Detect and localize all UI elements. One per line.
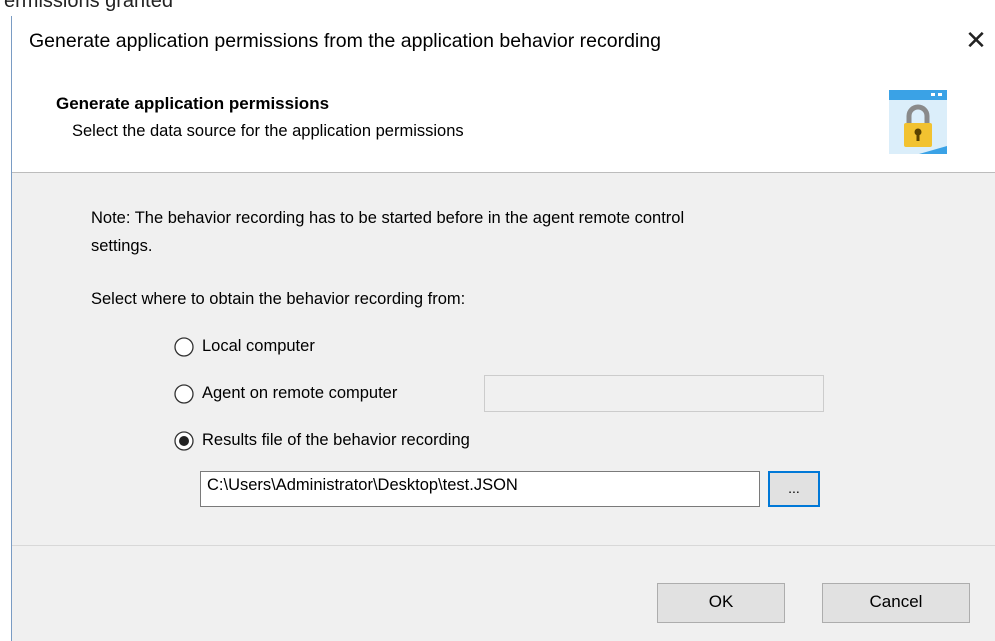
close-icon[interactable]: ✕ <box>961 25 991 55</box>
ok-button[interactable]: OK <box>657 583 785 623</box>
radio-results-file[interactable] <box>174 431 194 451</box>
file-path-input[interactable]: C:\Users\Administrator\Desktop\test.JSON <box>200 471 760 507</box>
radio-local-computer-label[interactable]: Local computer <box>202 337 315 356</box>
wizard-header: Generate application permissions Select … <box>12 70 995 173</box>
header-title: Generate application permissions <box>56 94 330 113</box>
browse-button[interactable]: ... <box>768 471 820 507</box>
note-line-2: settings. <box>91 237 153 255</box>
dialog-title: Generate application permissions from th… <box>29 30 661 52</box>
footer-divider <box>12 545 995 546</box>
note-line-1: Note: The behavior recording has to be s… <box>91 209 685 227</box>
background-window: ermissions granted <box>0 0 995 16</box>
radio-local-computer[interactable] <box>174 337 194 357</box>
remote-computer-input[interactable] <box>484 375 824 412</box>
radio-results-file-label[interactable]: Results file of the behavior recording <box>202 431 470 450</box>
cancel-button[interactable]: Cancel <box>822 583 970 623</box>
lock-icon <box>889 90 947 154</box>
dialog-window: Generate application permissions from th… <box>11 16 995 641</box>
radio-remote-agent-label[interactable]: Agent on remote computer <box>202 384 397 403</box>
title-bar: Generate application permissions from th… <box>12 16 995 70</box>
header-subtitle: Select the data source for the applicati… <box>72 122 464 140</box>
background-window-text: ermissions granted <box>4 0 173 12</box>
select-source-label: Select where to obtain the behavior reco… <box>91 290 466 308</box>
radio-remote-agent[interactable] <box>174 384 194 404</box>
